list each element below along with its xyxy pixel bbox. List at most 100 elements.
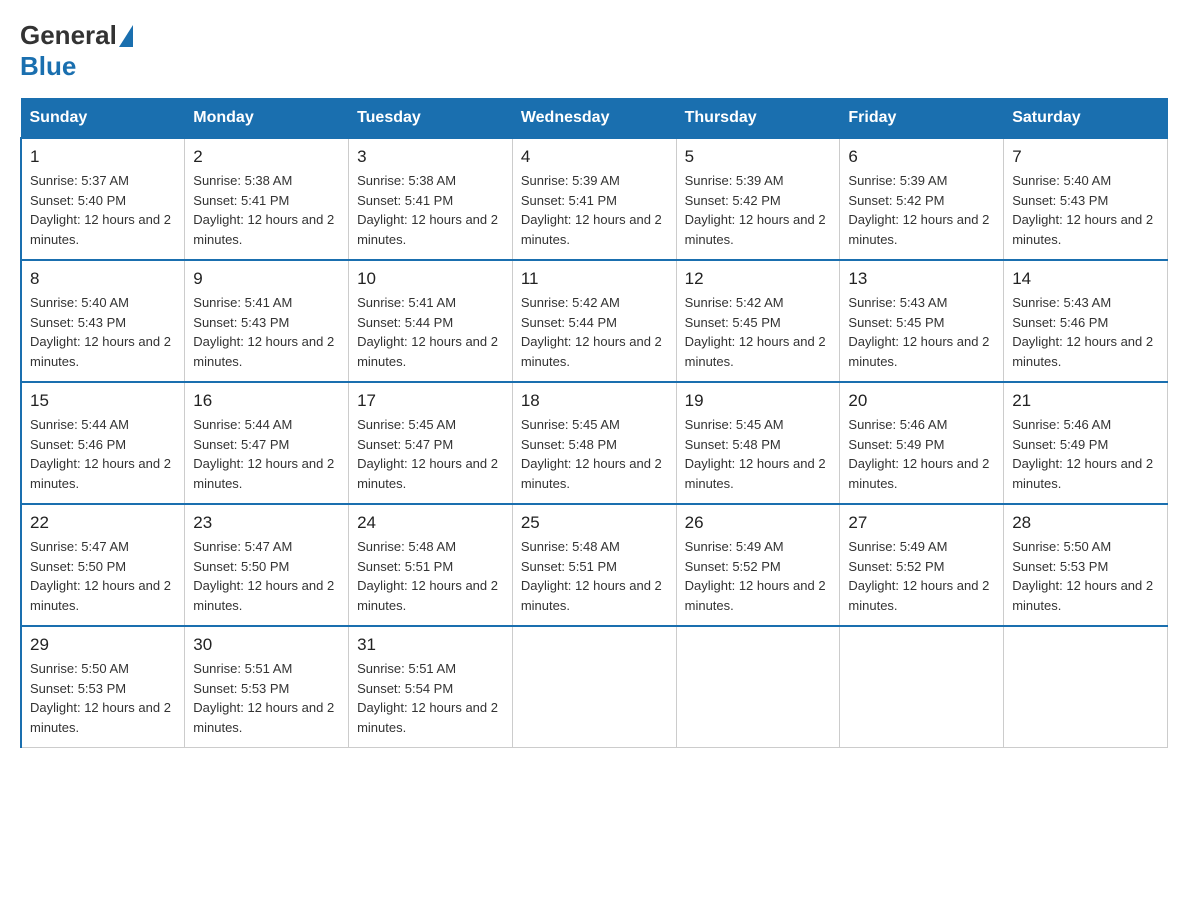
calendar-cell: 26 Sunrise: 5:49 AMSunset: 5:52 PMDaylig… xyxy=(676,504,840,626)
day-number: 28 xyxy=(1012,513,1159,533)
day-number: 14 xyxy=(1012,269,1159,289)
day-info: Sunrise: 5:39 AMSunset: 5:41 PMDaylight:… xyxy=(521,173,662,247)
day-info: Sunrise: 5:48 AMSunset: 5:51 PMDaylight:… xyxy=(357,539,498,613)
day-info: Sunrise: 5:49 AMSunset: 5:52 PMDaylight:… xyxy=(685,539,826,613)
day-number: 22 xyxy=(30,513,176,533)
calendar-cell: 19 Sunrise: 5:45 AMSunset: 5:48 PMDaylig… xyxy=(676,382,840,504)
page-header: General Blue xyxy=(20,20,1168,82)
logo: General Blue xyxy=(20,20,135,82)
day-info: Sunrise: 5:39 AMSunset: 5:42 PMDaylight:… xyxy=(685,173,826,247)
day-info: Sunrise: 5:39 AMSunset: 5:42 PMDaylight:… xyxy=(848,173,989,247)
calendar-week-row: 22 Sunrise: 5:47 AMSunset: 5:50 PMDaylig… xyxy=(21,504,1168,626)
day-info: Sunrise: 5:38 AMSunset: 5:41 PMDaylight:… xyxy=(357,173,498,247)
calendar-week-row: 8 Sunrise: 5:40 AMSunset: 5:43 PMDayligh… xyxy=(21,260,1168,382)
calendar-cell: 6 Sunrise: 5:39 AMSunset: 5:42 PMDayligh… xyxy=(840,138,1004,260)
day-info: Sunrise: 5:40 AMSunset: 5:43 PMDaylight:… xyxy=(1012,173,1153,247)
day-number: 6 xyxy=(848,147,995,167)
day-number: 29 xyxy=(30,635,176,655)
day-number: 11 xyxy=(521,269,668,289)
day-number: 25 xyxy=(521,513,668,533)
day-number: 4 xyxy=(521,147,668,167)
logo-blue-text: Blue xyxy=(20,51,76,81)
calendar-cell: 12 Sunrise: 5:42 AMSunset: 5:45 PMDaylig… xyxy=(676,260,840,382)
calendar-cell xyxy=(1004,626,1168,748)
day-info: Sunrise: 5:46 AMSunset: 5:49 PMDaylight:… xyxy=(848,417,989,491)
calendar-cell: 29 Sunrise: 5:50 AMSunset: 5:53 PMDaylig… xyxy=(21,626,185,748)
calendar-cell: 15 Sunrise: 5:44 AMSunset: 5:46 PMDaylig… xyxy=(21,382,185,504)
day-info: Sunrise: 5:51 AMSunset: 5:54 PMDaylight:… xyxy=(357,661,498,735)
day-info: Sunrise: 5:38 AMSunset: 5:41 PMDaylight:… xyxy=(193,173,334,247)
calendar-cell: 23 Sunrise: 5:47 AMSunset: 5:50 PMDaylig… xyxy=(185,504,349,626)
day-number: 27 xyxy=(848,513,995,533)
day-number: 16 xyxy=(193,391,340,411)
header-saturday: Saturday xyxy=(1004,99,1168,139)
day-number: 23 xyxy=(193,513,340,533)
calendar-cell: 11 Sunrise: 5:42 AMSunset: 5:44 PMDaylig… xyxy=(512,260,676,382)
day-number: 3 xyxy=(357,147,504,167)
calendar-cell: 18 Sunrise: 5:45 AMSunset: 5:48 PMDaylig… xyxy=(512,382,676,504)
calendar-cell: 30 Sunrise: 5:51 AMSunset: 5:53 PMDaylig… xyxy=(185,626,349,748)
day-number: 21 xyxy=(1012,391,1159,411)
day-number: 26 xyxy=(685,513,832,533)
day-number: 2 xyxy=(193,147,340,167)
calendar-cell: 8 Sunrise: 5:40 AMSunset: 5:43 PMDayligh… xyxy=(21,260,185,382)
day-info: Sunrise: 5:44 AMSunset: 5:47 PMDaylight:… xyxy=(193,417,334,491)
calendar-week-row: 1 Sunrise: 5:37 AMSunset: 5:40 PMDayligh… xyxy=(21,138,1168,260)
header-friday: Friday xyxy=(840,99,1004,139)
day-number: 24 xyxy=(357,513,504,533)
day-info: Sunrise: 5:47 AMSunset: 5:50 PMDaylight:… xyxy=(193,539,334,613)
day-info: Sunrise: 5:51 AMSunset: 5:53 PMDaylight:… xyxy=(193,661,334,735)
day-number: 10 xyxy=(357,269,504,289)
day-info: Sunrise: 5:37 AMSunset: 5:40 PMDaylight:… xyxy=(30,173,171,247)
day-info: Sunrise: 5:43 AMSunset: 5:46 PMDaylight:… xyxy=(1012,295,1153,369)
calendar-cell: 22 Sunrise: 5:47 AMSunset: 5:50 PMDaylig… xyxy=(21,504,185,626)
calendar-cell: 1 Sunrise: 5:37 AMSunset: 5:40 PMDayligh… xyxy=(21,138,185,260)
header-wednesday: Wednesday xyxy=(512,99,676,139)
day-info: Sunrise: 5:49 AMSunset: 5:52 PMDaylight:… xyxy=(848,539,989,613)
day-number: 13 xyxy=(848,269,995,289)
header-thursday: Thursday xyxy=(676,99,840,139)
day-number: 5 xyxy=(685,147,832,167)
calendar-cell xyxy=(840,626,1004,748)
calendar-cell: 21 Sunrise: 5:46 AMSunset: 5:49 PMDaylig… xyxy=(1004,382,1168,504)
day-number: 15 xyxy=(30,391,176,411)
day-info: Sunrise: 5:44 AMSunset: 5:46 PMDaylight:… xyxy=(30,417,171,491)
calendar-cell: 2 Sunrise: 5:38 AMSunset: 5:41 PMDayligh… xyxy=(185,138,349,260)
calendar-cell: 9 Sunrise: 5:41 AMSunset: 5:43 PMDayligh… xyxy=(185,260,349,382)
calendar-cell: 20 Sunrise: 5:46 AMSunset: 5:49 PMDaylig… xyxy=(840,382,1004,504)
calendar-cell xyxy=(512,626,676,748)
calendar-cell: 7 Sunrise: 5:40 AMSunset: 5:43 PMDayligh… xyxy=(1004,138,1168,260)
day-info: Sunrise: 5:45 AMSunset: 5:47 PMDaylight:… xyxy=(357,417,498,491)
calendar-cell: 24 Sunrise: 5:48 AMSunset: 5:51 PMDaylig… xyxy=(349,504,513,626)
day-number: 19 xyxy=(685,391,832,411)
day-info: Sunrise: 5:45 AMSunset: 5:48 PMDaylight:… xyxy=(685,417,826,491)
calendar-cell: 25 Sunrise: 5:48 AMSunset: 5:51 PMDaylig… xyxy=(512,504,676,626)
day-number: 17 xyxy=(357,391,504,411)
day-info: Sunrise: 5:41 AMSunset: 5:44 PMDaylight:… xyxy=(357,295,498,369)
calendar-cell: 3 Sunrise: 5:38 AMSunset: 5:41 PMDayligh… xyxy=(349,138,513,260)
calendar-week-row: 29 Sunrise: 5:50 AMSunset: 5:53 PMDaylig… xyxy=(21,626,1168,748)
calendar-cell: 10 Sunrise: 5:41 AMSunset: 5:44 PMDaylig… xyxy=(349,260,513,382)
day-number: 7 xyxy=(1012,147,1159,167)
day-number: 30 xyxy=(193,635,340,655)
calendar-cell: 13 Sunrise: 5:43 AMSunset: 5:45 PMDaylig… xyxy=(840,260,1004,382)
day-info: Sunrise: 5:50 AMSunset: 5:53 PMDaylight:… xyxy=(30,661,171,735)
day-info: Sunrise: 5:45 AMSunset: 5:48 PMDaylight:… xyxy=(521,417,662,491)
day-number: 8 xyxy=(30,269,176,289)
day-number: 31 xyxy=(357,635,504,655)
logo-triangle-icon xyxy=(119,25,133,47)
calendar-table: Sunday Monday Tuesday Wednesday Thursday… xyxy=(20,98,1168,748)
weekday-header-row: Sunday Monday Tuesday Wednesday Thursday… xyxy=(21,99,1168,139)
day-info: Sunrise: 5:42 AMSunset: 5:44 PMDaylight:… xyxy=(521,295,662,369)
calendar-cell: 17 Sunrise: 5:45 AMSunset: 5:47 PMDaylig… xyxy=(349,382,513,504)
day-info: Sunrise: 5:42 AMSunset: 5:45 PMDaylight:… xyxy=(685,295,826,369)
calendar-cell xyxy=(676,626,840,748)
header-monday: Monday xyxy=(185,99,349,139)
day-info: Sunrise: 5:48 AMSunset: 5:51 PMDaylight:… xyxy=(521,539,662,613)
day-info: Sunrise: 5:47 AMSunset: 5:50 PMDaylight:… xyxy=(30,539,171,613)
header-tuesday: Tuesday xyxy=(349,99,513,139)
day-info: Sunrise: 5:41 AMSunset: 5:43 PMDaylight:… xyxy=(193,295,334,369)
calendar-cell: 27 Sunrise: 5:49 AMSunset: 5:52 PMDaylig… xyxy=(840,504,1004,626)
day-info: Sunrise: 5:40 AMSunset: 5:43 PMDaylight:… xyxy=(30,295,171,369)
day-number: 12 xyxy=(685,269,832,289)
